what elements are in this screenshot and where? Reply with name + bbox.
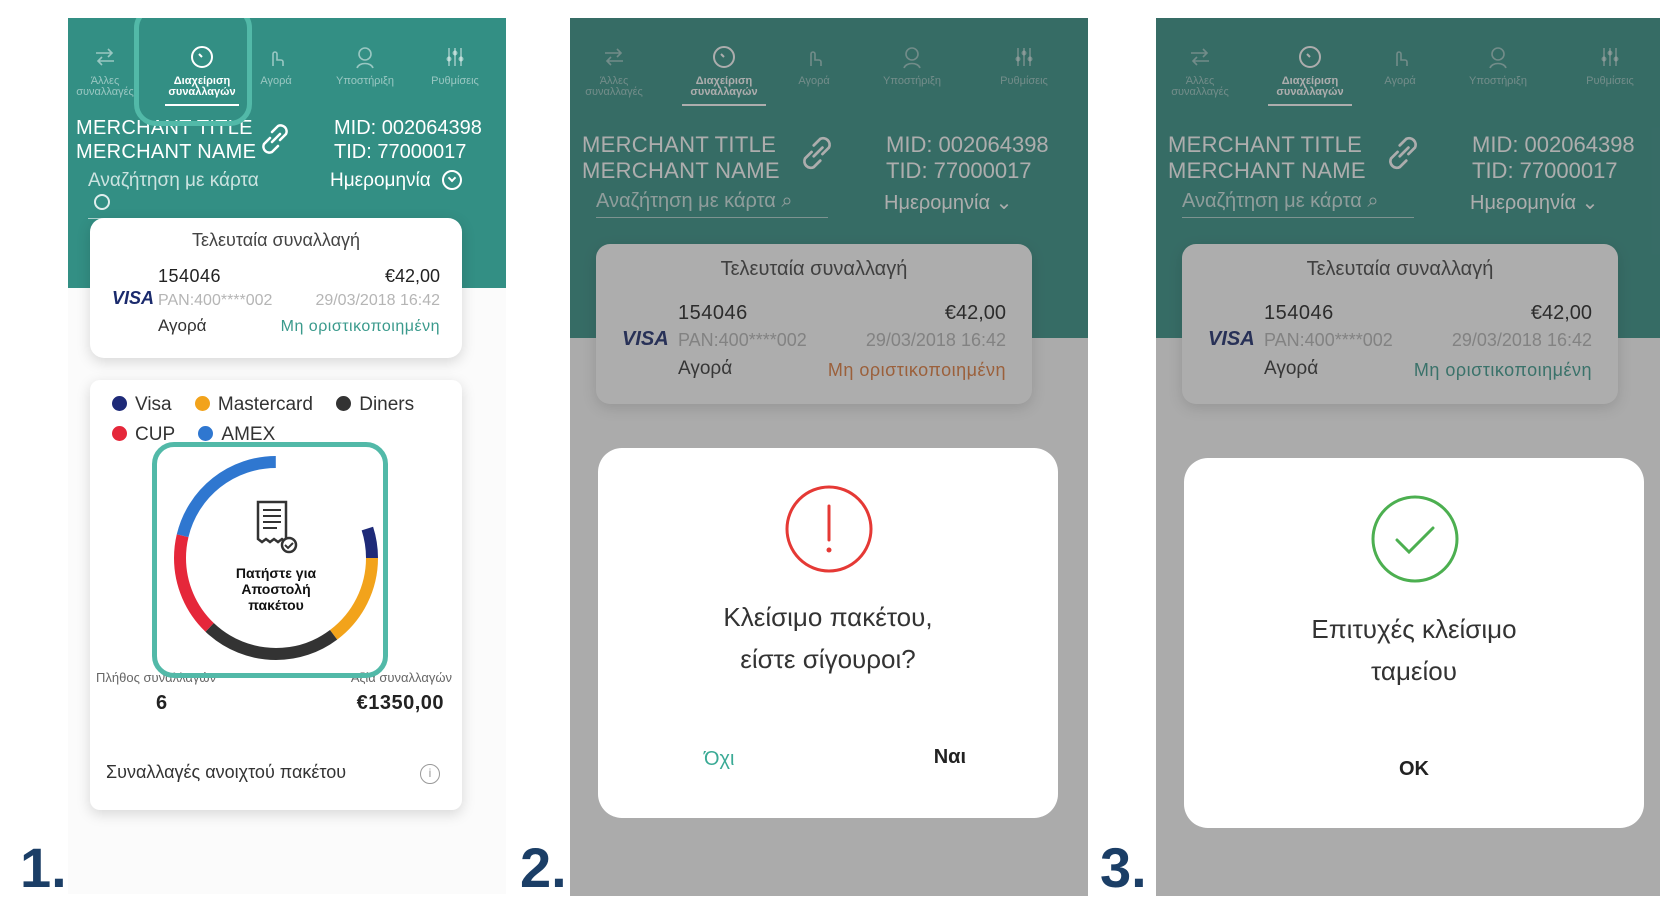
tab-support[interactable]: Υποστήριξη	[328, 44, 402, 87]
legend-item-cup: CUP	[112, 424, 175, 445]
chevron-down-icon	[442, 170, 463, 190]
check-circle-icon	[1371, 495, 1459, 583]
exclamation-circle-icon	[785, 485, 873, 573]
ok-button[interactable]: OK	[1184, 758, 1644, 781]
confirm-dialog-line-2: είστε σίγουροι?	[740, 644, 916, 674]
support-icon	[356, 47, 374, 69]
success-dialog-line-2: ταμείου	[1371, 656, 1457, 686]
legend-item-diners: Diners	[336, 394, 414, 415]
transaction-type: Αγορά	[158, 316, 207, 335]
yes-button[interactable]: Ναι	[934, 746, 966, 769]
last-transaction-title: Τελευταία συναλλαγή	[191, 230, 361, 250]
link-icon[interactable]	[252, 116, 298, 162]
screen-1: Άλλες συναλλαγές Διαχείριση συναλλαγών Α…	[68, 18, 506, 894]
success-dialog: Επιτυχές κλείσιμο ταμείου OK	[1184, 458, 1644, 828]
transaction-id: 154046	[158, 266, 222, 286]
transaction-status: Μη οριστικοποιημένη	[280, 318, 440, 335]
tab-settings[interactable]: Ρυθμίσεις	[420, 44, 490, 87]
screen-3: Άλλες συναλλαγές Διαχείριση συναλλαγών Α…	[1156, 18, 1660, 896]
highlight-donut	[152, 442, 388, 678]
confirm-dialog-line-1: Κλείσιμο πακέτου,	[723, 602, 933, 632]
card-type-legend: Visa Mastercard Diners CUP AMEX	[112, 394, 414, 446]
tid-label: TID: 77000017	[334, 141, 467, 163]
screen-2: Άλλες συναλλαγές Διαχείριση συναλλαγών Α…	[570, 18, 1088, 896]
merchant-name: MERCHANT NAME	[76, 141, 257, 163]
visa-logo: VISA	[112, 288, 155, 308]
tab-other-transactions[interactable]: Άλλες συναλλαγές	[70, 44, 140, 98]
info-icon[interactable]: i	[420, 764, 440, 784]
last-transaction-card[interactable]: Τελευταία συναλλαγή 154046 €42,00 VISA P…	[90, 218, 462, 358]
success-dialog-message: Επιτυχές κλείσιμο ταμείου	[1184, 608, 1644, 692]
tab-purchase[interactable]: Αγορά	[248, 44, 304, 87]
highlight-tab	[134, 18, 252, 126]
settings-icon	[446, 48, 464, 66]
no-button[interactable]: Όχι	[704, 748, 734, 771]
confirm-close-batch-dialog: Κλείσιμο πακέτου, είστε σίγουροι? Όχι Να…	[598, 448, 1058, 818]
card-search-input[interactable]: Αναζήτηση με κάρτα	[88, 170, 284, 219]
count-value: 6	[156, 692, 168, 714]
mid-label: MID: 002064398	[334, 117, 482, 139]
transaction-datetime: 29/03/2018 16:42	[315, 292, 440, 309]
legend-item-visa: Visa	[112, 394, 172, 415]
terminal-ids: MID: 002064398 TID: 77000017	[334, 116, 482, 164]
date-filter[interactable]: Ημερομηνία	[330, 170, 463, 192]
step-2-label: 2.	[520, 836, 567, 899]
success-dialog-line-1: Επιτυχές κλείσιμο	[1311, 614, 1517, 644]
transaction-amount: €42,00	[384, 266, 440, 286]
touch-icon	[272, 51, 284, 66]
legend-item-mastercard: Mastercard	[194, 394, 313, 415]
confirm-dialog-message: Κλείσιμο πακέτου, είστε σίγουροι?	[598, 596, 1058, 680]
swap-icon	[96, 48, 114, 66]
open-batch-transactions-link[interactable]: Συναλλαγές ανοιχτού πακέτου	[106, 762, 346, 783]
total-value: €1350,00	[356, 692, 444, 714]
step-3-label: 3.	[1100, 836, 1147, 899]
transaction-pan: PAN:400****002	[158, 292, 273, 309]
search-icon	[94, 194, 110, 210]
step-1-label: 1.	[20, 836, 67, 899]
